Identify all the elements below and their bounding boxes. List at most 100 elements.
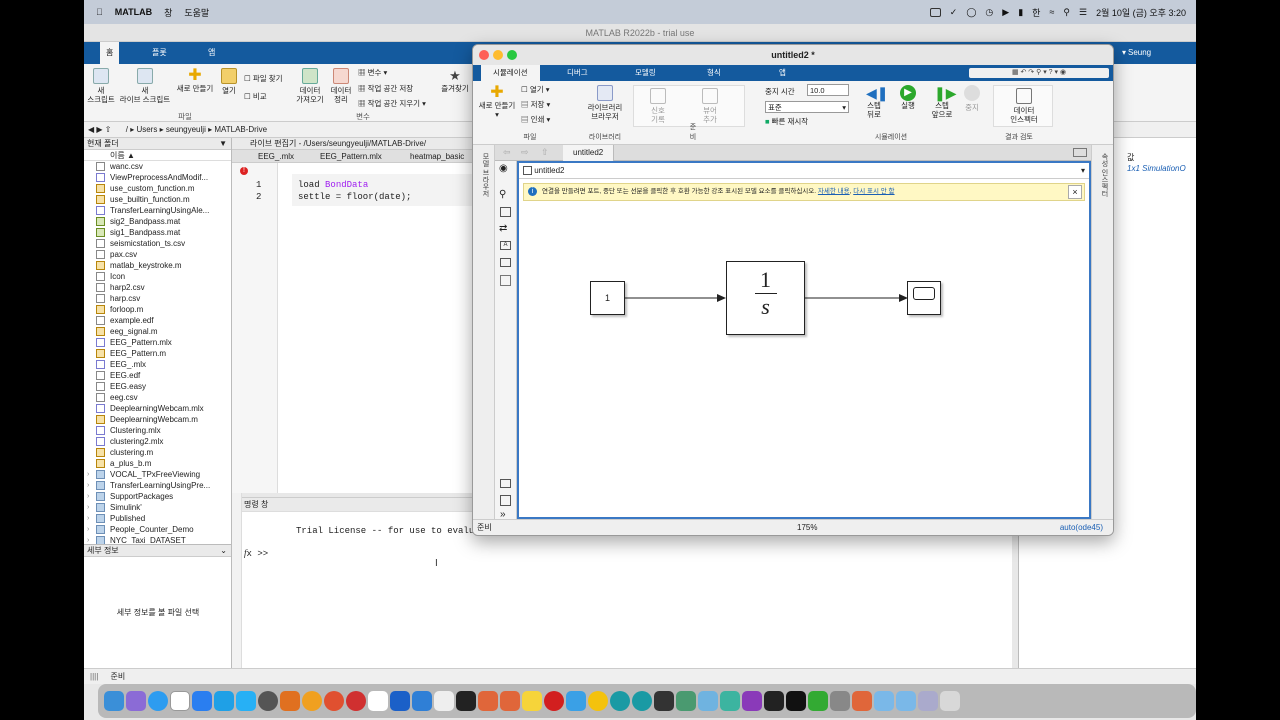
expand-chevron-icon[interactable]: › [87, 491, 89, 502]
find-files-button[interactable]: ☐ 파일 찾기 [244, 74, 283, 83]
folder-item[interactable]: › SupportPackages [84, 491, 231, 502]
expand-chevron-icon[interactable]: › [87, 480, 89, 491]
step-forward-button[interactable]: ❚▶ 스텝 앞으로 [927, 85, 957, 119]
new-button[interactable]: ✚ 새로 만들기 [176, 68, 214, 94]
clear-workspace-button[interactable]: ▦ 작업 공간 지우기 ▾ [358, 99, 426, 108]
log-signals-button[interactable]: 신호 기록 [638, 88, 678, 124]
stop-time-input[interactable]: 10.0 [807, 84, 849, 96]
file-item[interactable]: eeg.csv [84, 392, 231, 403]
unity-icon[interactable] [434, 691, 454, 711]
fast-restart-button[interactable]: ■ 빠른 재시작 [765, 117, 808, 126]
file-item[interactable]: EEG_Pattern.mlx [84, 337, 231, 348]
panel-menu-icon[interactable]: ▼ [219, 138, 227, 150]
youtube-icon[interactable] [544, 691, 564, 711]
file-item[interactable]: DeeplearningWebcam.m [84, 414, 231, 425]
workspace-value[interactable]: 1x1 SimulationO [1127, 164, 1186, 173]
editor-tab-2[interactable]: EEG_Pattern.mlx [320, 152, 382, 161]
file-item[interactable]: wanc.csv [84, 161, 231, 172]
path-root[interactable]: / [126, 125, 128, 134]
datetime[interactable]: 2월 10일 (금) 오후 3:20 [1096, 6, 1186, 19]
xcode-icon[interactable] [214, 691, 234, 711]
arduino-icon-2[interactable] [632, 691, 652, 711]
final-cut-icon[interactable] [654, 691, 674, 711]
nav-back-icon[interactable]: ⇦ [503, 147, 511, 158]
stop-button[interactable]: 중지 [961, 85, 983, 112]
clean-data-button[interactable]: 데이터 정리 [328, 68, 354, 104]
app-icon-8[interactable] [830, 691, 850, 711]
new-live-script-button[interactable]: 새 라이브 스크립트 [118, 68, 172, 104]
image-icon[interactable] [500, 258, 511, 267]
battery-icon[interactable]: ▮ [1018, 7, 1023, 18]
expand-chevron-icon[interactable]: › [87, 524, 89, 535]
file-item[interactable]: use_builtin_function.m [84, 194, 231, 205]
folder-item[interactable]: › Simulink' [84, 502, 231, 513]
path-seg-1[interactable]: Users [136, 125, 157, 134]
notion-icon[interactable] [764, 691, 784, 711]
camera-icon[interactable] [929, 7, 941, 17]
folder-item[interactable]: › People_Counter_Demo [84, 524, 231, 535]
menu-window[interactable]: 창 [164, 6, 172, 19]
annotation-icon[interactable]: A [500, 241, 511, 250]
pen-icon[interactable]: ✓ [950, 7, 958, 18]
launchpad-icon[interactable] [126, 691, 146, 711]
file-item[interactable]: eeg_signal.m [84, 326, 231, 337]
file-item[interactable]: DeeplearningWebcam.mlx [84, 403, 231, 414]
sim-new-button[interactable]: ✚ 새로 만들기 ▾ [477, 85, 517, 120]
tab-home[interactable]: 홈 [100, 42, 120, 64]
model-browser-label[interactable]: 모델 브라우저 [480, 153, 490, 197]
file-item[interactable]: use_custom_function.m [84, 183, 231, 194]
sim-print-button[interactable]: ▤ 인쇄 ▾ [521, 115, 550, 124]
run-button[interactable]: ▶ 실행 [895, 85, 921, 110]
area-icon[interactable] [500, 275, 511, 286]
menu-help[interactable]: 도움말 [184, 6, 209, 19]
zoom-level[interactable]: 175% [797, 520, 817, 535]
camera-icon[interactable] [500, 479, 511, 488]
compare-button[interactable]: ☐ 비교 [244, 92, 267, 101]
editor-tab-1[interactable]: EEG_.mlx [258, 152, 294, 161]
scope-block[interactable] [907, 281, 941, 315]
battery-app-icon[interactable] [808, 691, 828, 711]
data-inspector-button[interactable]: 데이터 인스펙터 [1000, 88, 1048, 124]
model-data-icon[interactable] [500, 495, 511, 506]
tab-apps[interactable]: 앱 [779, 65, 786, 81]
file-item[interactable]: EEG_Pattern.m [84, 348, 231, 359]
details-header[interactable]: 세부 정보 ⌄ [84, 545, 231, 557]
calendar-icon[interactable] [170, 691, 190, 711]
value-column-header[interactable]: 값 [1127, 152, 1134, 163]
folder-icon-dock[interactable] [874, 691, 894, 711]
input-lang[interactable]: 한 [1032, 6, 1040, 19]
nav-up-icon[interactable]: ⇧ [541, 147, 549, 158]
vscode-icon[interactable] [412, 691, 432, 711]
add-viewer-button[interactable]: 뷰어 추가 [690, 88, 730, 124]
file-item[interactable]: a_plus_b.m [84, 458, 231, 469]
vsedge-icon[interactable] [390, 691, 410, 711]
nav-forward-icon[interactable]: ⇨ [521, 147, 529, 158]
chevron-down-icon[interactable]: ⌄ [220, 545, 227, 557]
folder-icon-dock-2[interactable] [896, 691, 916, 711]
play-icon[interactable]: ▶ [1002, 7, 1009, 18]
tab-apps[interactable]: 앱 [202, 42, 221, 64]
file-item[interactable]: EEG.easy [84, 381, 231, 392]
finder-icon[interactable] [104, 691, 124, 711]
app-icon-1[interactable] [302, 691, 322, 711]
layout-icon[interactable] [1073, 148, 1087, 157]
model-tab[interactable]: untitled2 [563, 145, 615, 161]
code-block[interactable]: load BondData settle = floor(date); [292, 174, 492, 206]
tab-format[interactable]: 형식 [707, 65, 721, 81]
file-item[interactable]: clustering2.mlx [84, 436, 231, 447]
tab-simulation[interactable]: 시뮬레이션 [481, 65, 540, 81]
up-folder-icon[interactable]: ⇧ [105, 125, 112, 134]
file-item[interactable]: sig2_Bandpass.mat [84, 216, 231, 227]
step-back-button[interactable]: ◀❚ 스텝 뒤로 [859, 85, 889, 119]
zoom-in-icon[interactable]: ⚲ [499, 189, 506, 200]
expand-chevron-icon[interactable]: › [87, 502, 89, 513]
file-item[interactable]: pax.csv [84, 249, 231, 260]
sim-mode-select[interactable]: 표준 ▾ [765, 101, 849, 113]
tab-modeling[interactable]: 모델링 [635, 65, 656, 81]
folder-item[interactable]: › VOCAL_TPxFreeViewing [84, 469, 231, 480]
epic-games-icon[interactable] [786, 691, 806, 711]
zoom-icon[interactable] [507, 50, 517, 60]
file-item[interactable]: EEG_.mlx [84, 359, 231, 370]
app-icon-7[interactable] [742, 691, 762, 711]
tab-debug[interactable]: 디버그 [567, 65, 588, 81]
